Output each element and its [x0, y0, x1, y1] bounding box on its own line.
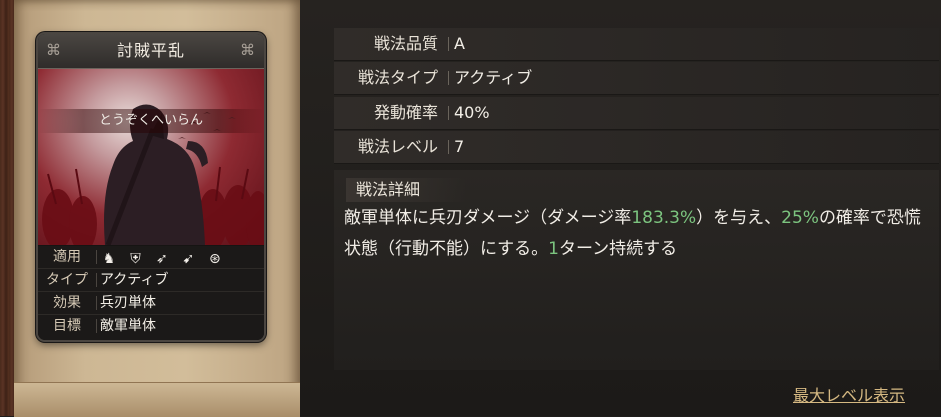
description-part: 敵軍単体に兵刃ダメージ（ダメージ率	[344, 208, 632, 228]
damage-rate-value: 183.3%	[631, 208, 697, 228]
tactic-artwork: とうぞくへいらん	[38, 69, 264, 245]
description-text: 敵軍単体に兵刃ダメージ（ダメージ率183.3%）を与え、25%の確率で恐慌状態（…	[344, 203, 934, 265]
divider	[448, 37, 449, 51]
divider	[96, 296, 97, 310]
apply-label: 適用	[53, 249, 81, 265]
effect-label: 効果	[53, 295, 81, 311]
description-part: ターン持続する	[559, 239, 678, 259]
divider	[448, 106, 449, 120]
description-heading: 戦法詳細	[346, 178, 466, 202]
effect-row: 効果 兵刃単体	[38, 292, 264, 315]
ornament-icon: ⌘	[240, 41, 256, 59]
target-value: 敵軍単体	[100, 318, 156, 334]
max-level-link[interactable]: 最大レベル表示	[793, 382, 905, 406]
tactic-reading: とうぞくへいらん	[38, 109, 264, 133]
chance-value: 25%	[781, 208, 819, 228]
effect-value: 兵刃単体	[100, 295, 156, 311]
stat-value: 40%	[454, 103, 490, 122]
card-info: 適用 ♞ ⛨ ➶ ➹ ⊛ タイプ アクティブ 効果 兵刃単体 目標 敵軍単体	[38, 246, 264, 340]
target-row: 目標 敵軍単体	[38, 315, 264, 337]
stat-label: 戦法レベル	[357, 137, 438, 156]
stat-value: 7	[454, 137, 465, 156]
description-part: ）を与え、	[696, 208, 782, 228]
card-title: ⌘ 討賊平乱 ⌘	[38, 34, 264, 69]
scroll-bottom-roll	[14, 382, 300, 417]
duration-value: 1	[548, 239, 559, 259]
stat-row-type: 戦法タイプ アクティブ	[334, 62, 939, 95]
stat-row-quality: 戦法品質 A	[334, 28, 939, 61]
shield-icon: ⛨	[130, 251, 141, 267]
divider	[448, 140, 449, 154]
divider	[96, 319, 97, 333]
type-row: タイプ アクティブ	[38, 269, 264, 292]
ornament-icon: ⌘	[46, 41, 62, 59]
stat-label: 戦法品質	[373, 34, 438, 53]
stat-value: A	[454, 34, 465, 53]
apply-row: 適用 ♞ ⛨ ➶ ➹ ⊛	[38, 246, 264, 269]
stat-value: アクティブ	[454, 68, 533, 87]
tactic-name: 討賊平乱	[116, 41, 185, 60]
divider	[96, 273, 97, 287]
stat-row-level: 戦法レベル 7	[334, 131, 939, 164]
warrior-silhouette-illustration	[42, 104, 264, 245]
spear-icon: ➹	[182, 251, 195, 267]
apply-icons: ♞ ⛨ ➶ ➹ ⊛	[100, 248, 228, 267]
type-value: アクティブ	[100, 272, 169, 288]
cavalry-icon: ♞	[102, 251, 116, 267]
wheel-icon: ⊛	[208, 251, 221, 267]
type-label: タイプ	[46, 272, 88, 288]
stat-label: 発動確率	[373, 103, 438, 122]
divider	[448, 71, 449, 85]
target-label: 目標	[53, 318, 81, 334]
stat-row-activation-rate: 発動確率 40%	[334, 97, 939, 130]
bow-icon: ➶	[156, 251, 168, 267]
tactic-card: ⌘ 討賊平乱 ⌘ とうぞくへいらん 適用 ♞ ⛨ ➶ ➹ ⊛ タイプ アクティブ…	[36, 32, 266, 342]
tactic-description: 戦法詳細 敵軍単体に兵刃ダメージ（ダメージ率183.3%）を与え、25%の確率で…	[334, 170, 939, 370]
stat-label: 戦法タイプ	[357, 68, 438, 87]
divider	[96, 250, 97, 264]
